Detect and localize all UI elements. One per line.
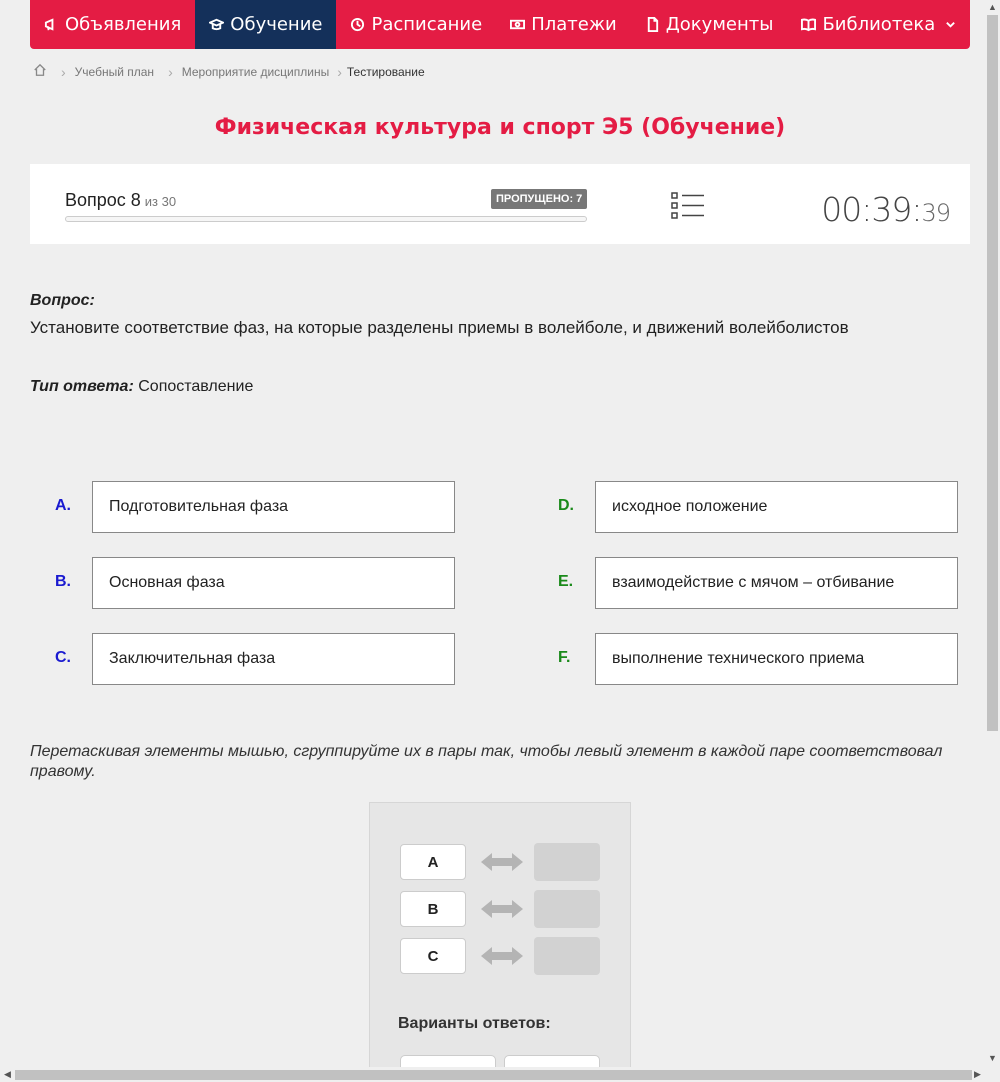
page-title: Физическая культура и спорт Э5 (Обучение… bbox=[214, 115, 786, 140]
left-item-letter: B. bbox=[55, 573, 71, 590]
timer-seconds: 39 bbox=[921, 199, 951, 227]
question-number: Вопрос 8 из 30 bbox=[65, 190, 176, 211]
right-item: выполнение технического приема bbox=[595, 633, 958, 685]
scroll-up-icon[interactable]: ▲ bbox=[988, 3, 997, 12]
nav-item-label: Обучение bbox=[230, 14, 323, 35]
nav-item-schedule[interactable]: Расписание bbox=[336, 0, 496, 49]
breadcrumb-item[interactable]: Учебный план bbox=[75, 65, 154, 79]
chevron-down-icon bbox=[946, 22, 956, 28]
variants-label: Варианты ответов: bbox=[398, 1015, 551, 1032]
nav-item-learning[interactable]: Обучение bbox=[195, 0, 337, 49]
breadcrumb-current: Тестирование bbox=[346, 64, 425, 79]
chevron-right-icon: › bbox=[337, 63, 342, 80]
nav-item-label: Платежи bbox=[531, 14, 617, 35]
nav-item-payments[interactable]: Платежи bbox=[496, 0, 631, 49]
chevron-right-icon: › bbox=[61, 63, 66, 80]
right-item-letter: D. bbox=[558, 497, 574, 514]
document-icon bbox=[647, 17, 658, 32]
question-label: Вопрос: bbox=[30, 292, 95, 309]
left-item: Заключительная фаза bbox=[92, 633, 455, 685]
question-list-icon[interactable] bbox=[671, 192, 705, 220]
question-total: из 30 bbox=[144, 194, 177, 209]
breadcrumb: › Учебный план › Мероприятие дисциплины … bbox=[33, 63, 425, 80]
right-item: взаимодействие с мячом – отбивание bbox=[595, 557, 958, 609]
home-icon[interactable] bbox=[33, 63, 47, 80]
progress-bar bbox=[65, 216, 587, 222]
pair-letter: A bbox=[400, 844, 466, 880]
double-arrow-icon bbox=[481, 900, 523, 918]
money-icon bbox=[510, 19, 526, 30]
breadcrumb-item[interactable]: Мероприятие дисциплины bbox=[182, 65, 329, 79]
left-item: Подготовительная фаза bbox=[92, 481, 455, 533]
drag-instruction: Перетаскивая элементы мышью, сгруппируйт… bbox=[30, 743, 943, 780]
timer-main: 00:39: bbox=[821, 190, 922, 229]
drop-zone[interactable] bbox=[534, 843, 600, 881]
nav-item-announcements[interactable]: Объявления bbox=[30, 0, 195, 49]
nav-item-documents[interactable]: Документы bbox=[631, 0, 788, 49]
timer: 00:39:39 bbox=[821, 190, 951, 229]
question-number-label: Вопрос 8 bbox=[65, 190, 141, 210]
answer-type-label: Тип ответа: bbox=[30, 378, 134, 395]
book-icon bbox=[801, 18, 817, 32]
right-item-letter: E. bbox=[558, 573, 574, 590]
graduation-cap-icon bbox=[209, 18, 225, 31]
drop-zone[interactable] bbox=[534, 937, 600, 975]
double-arrow-icon bbox=[481, 853, 523, 871]
answer-type: Тип ответа: Сопоставление bbox=[30, 378, 253, 396]
top-navigation: Объявления Обучение Расписание Платежи Д… bbox=[30, 0, 970, 49]
scroll-down-icon[interactable]: ▼ bbox=[988, 1054, 997, 1063]
nav-item-label: Объявления bbox=[65, 14, 182, 35]
chevron-right-icon: › bbox=[168, 63, 173, 80]
nav-item-label: Библиотека bbox=[822, 14, 936, 35]
right-item: исходное положение bbox=[595, 481, 958, 533]
clock-icon bbox=[351, 17, 365, 32]
right-item-letter: F. bbox=[558, 649, 571, 666]
question-header-panel: Вопрос 8 из 30 ПРОПУЩЕНО: 7 00:39:39 bbox=[30, 164, 970, 244]
left-item-letter: C. bbox=[55, 649, 71, 666]
scroll-left-icon[interactable]: ◀ bbox=[4, 1070, 11, 1079]
drag-drop-panel: A B C Варианты ответов: bbox=[369, 802, 631, 1082]
left-item: Основная фаза bbox=[92, 557, 455, 609]
vertical-scrollbar-thumb[interactable] bbox=[987, 15, 998, 731]
nav-item-label: Документы bbox=[665, 14, 774, 35]
pair-letter: B bbox=[400, 891, 466, 927]
nav-item-library[interactable]: Библиотека bbox=[787, 0, 970, 49]
nav-item-label: Расписание bbox=[371, 14, 483, 35]
horizontal-scrollbar-thumb[interactable] bbox=[15, 1070, 972, 1080]
megaphone-icon bbox=[44, 18, 54, 31]
skipped-badge: ПРОПУЩЕНО: 7 bbox=[491, 189, 588, 209]
answer-type-value: Сопоставление bbox=[138, 378, 254, 395]
scroll-right-icon[interactable]: ▶ bbox=[974, 1070, 981, 1079]
question-text: Установите соответствие фаз, на которые … bbox=[30, 318, 849, 337]
drop-zone[interactable] bbox=[534, 890, 600, 928]
left-item-letter: A. bbox=[55, 497, 71, 514]
double-arrow-icon bbox=[481, 947, 523, 965]
pair-letter: C bbox=[400, 938, 466, 974]
